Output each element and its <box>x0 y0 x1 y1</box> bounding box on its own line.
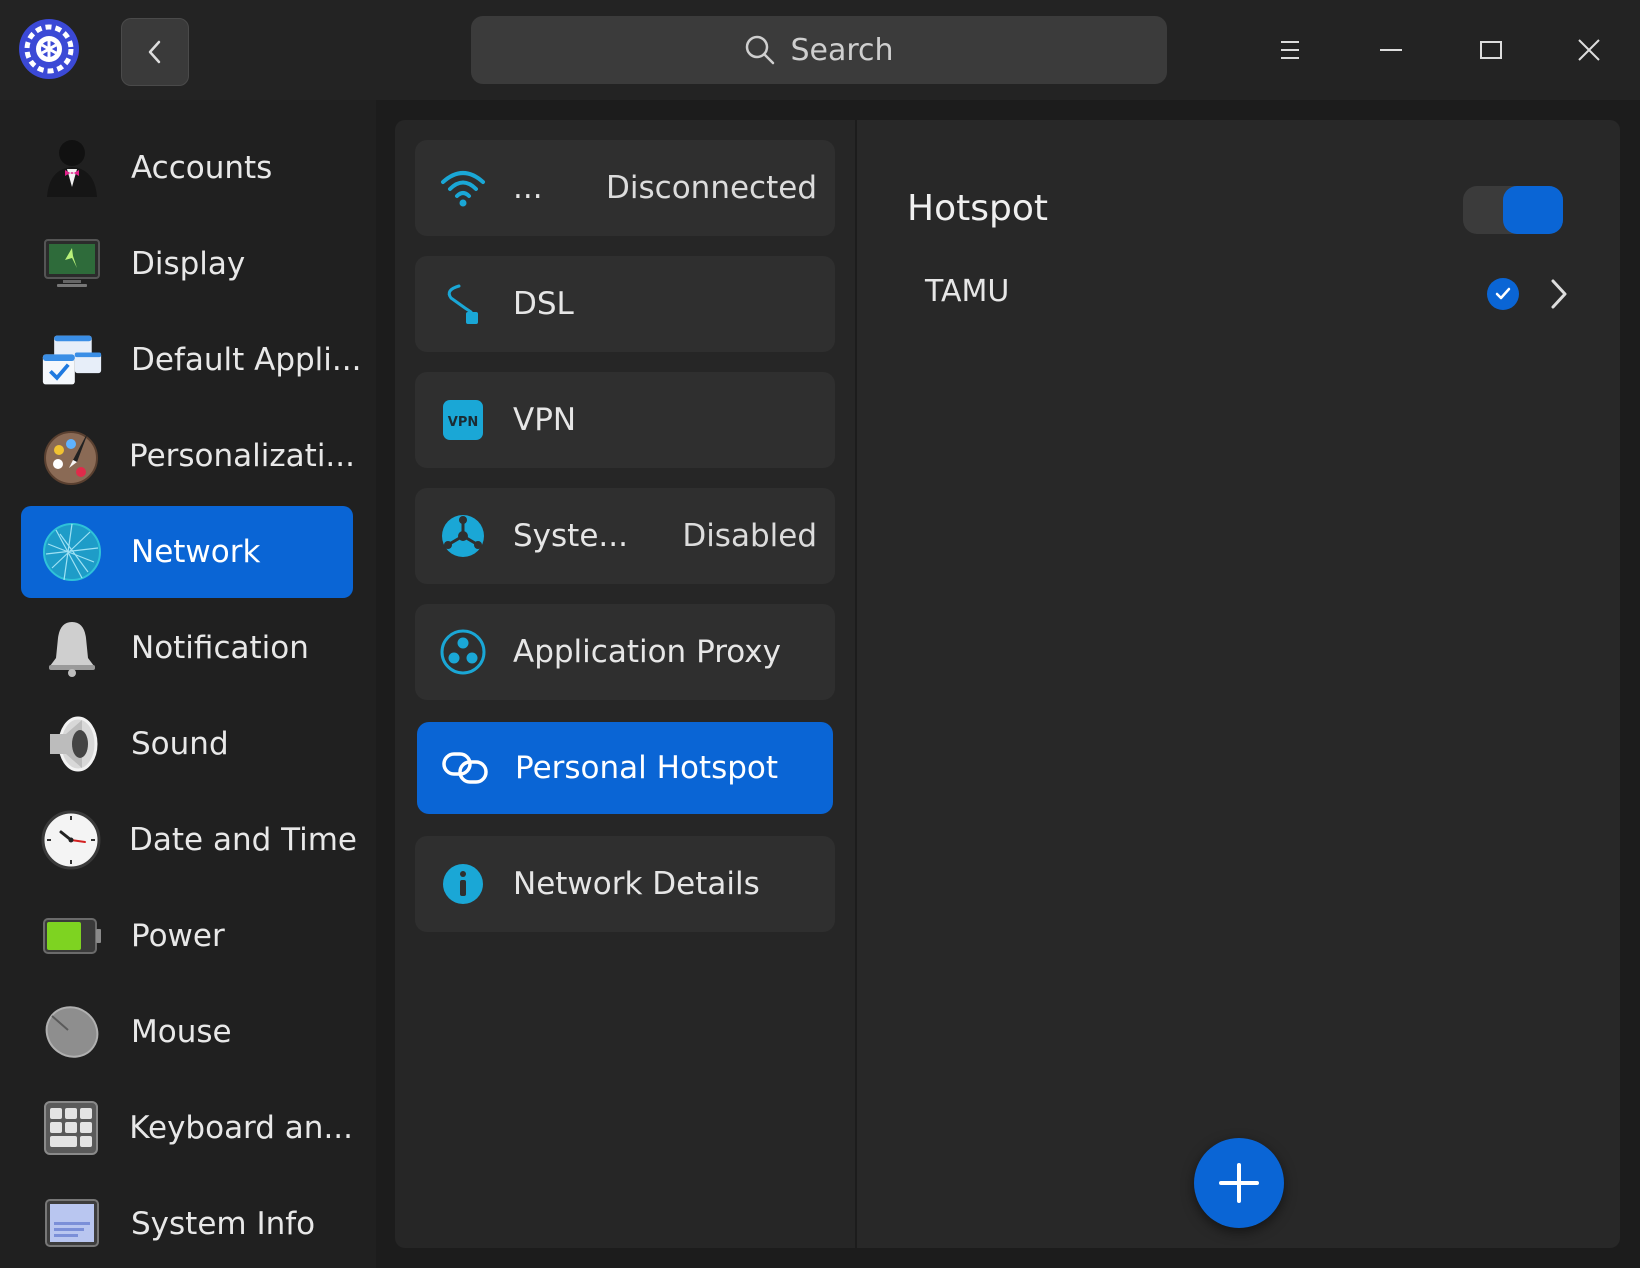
network-menu-item-network-details[interactable]: Network Details <box>415 836 835 932</box>
display-icon <box>41 233 103 295</box>
sidebar-item-personalization[interactable]: Personalizati... <box>21 410 355 502</box>
sidebar-item-label: Sound <box>131 726 229 762</box>
hotspot-network-name: TAMU <box>925 274 1010 309</box>
network-menu-item-application-proxy[interactable]: Application Proxy <box>415 604 835 700</box>
hotspot-link-icon <box>441 744 489 792</box>
menu-icon <box>1281 41 1299 59</box>
info-icon <box>439 860 487 908</box>
sidebar-item-label: Display <box>131 246 246 282</box>
sidebar-item-label: Keyboard an... <box>129 1110 353 1146</box>
network-menu-item-wireless[interactable]: ... Disconnected <box>415 140 835 236</box>
close-icon <box>1578 39 1600 61</box>
search-input[interactable]: Search <box>471 16 1167 84</box>
back-button[interactable] <box>121 18 189 86</box>
search-placeholder: Search <box>790 32 894 68</box>
hotspot-panel: Hotspot TAMU <box>857 120 1620 1248</box>
sidebar-item-label: Network <box>131 534 261 570</box>
sidebar-item-keyboard[interactable]: Keyboard an... <box>21 1082 353 1174</box>
search-icon <box>746 35 775 65</box>
network-menu-item-personal-hotspot[interactable]: Personal Hotspot <box>417 722 833 814</box>
hotspot-toggle[interactable] <box>1463 186 1563 234</box>
sidebar-item-system-info[interactable]: System Info <box>21 1178 353 1268</box>
chevron-right-icon[interactable] <box>1541 276 1577 312</box>
vpn-icon: VPN <box>439 396 487 444</box>
network-menu-label: ... <box>513 170 543 206</box>
sidebar-item-date-time[interactable]: Date and Time <box>21 794 357 886</box>
sidebar-item-power[interactable]: Power <box>21 890 353 982</box>
sidebar-item-label: System Info <box>131 1206 316 1242</box>
sidebar-item-accounts[interactable]: Accounts <box>21 122 353 214</box>
network-menu-label: Syste... <box>513 518 628 554</box>
sidebar-item-label: Notification <box>131 630 309 666</box>
settings-logo-icon <box>18 18 80 80</box>
dsl-cable-icon <box>439 280 487 328</box>
network-menu-label: DSL <box>513 286 574 322</box>
sidebar-item-label: Mouse <box>131 1014 232 1050</box>
sidebar-item-label: Date and Time <box>129 822 357 858</box>
clock-icon <box>41 809 101 871</box>
network-menu-label: Personal Hotspot <box>515 750 779 786</box>
system-info-icon <box>41 1193 103 1255</box>
add-hotspot-button[interactable] <box>1194 1138 1284 1228</box>
network-menu-status: Disabled <box>682 518 817 554</box>
bell-icon <box>41 617 103 679</box>
default-apps-icon <box>41 329 103 391</box>
sidebar: Accounts Display Default Appli... Person… <box>0 100 376 1268</box>
minimize-icon <box>1380 49 1402 51</box>
accounts-icon <box>41 137 103 199</box>
toggle-knob <box>1503 186 1563 234</box>
sidebar-item-label: Power <box>131 918 225 954</box>
network-menu-label: Application Proxy <box>513 634 781 670</box>
checkmark-icon <box>1487 278 1519 310</box>
network-menu-item-system-proxy[interactable]: Syste... Disabled <box>415 488 835 584</box>
sidebar-item-display[interactable]: Display <box>21 218 353 310</box>
minimize-button[interactable] <box>1363 22 1419 78</box>
mouse-icon <box>41 1001 103 1063</box>
maximize-button[interactable] <box>1463 22 1519 78</box>
network-menu-item-vpn[interactable]: VPN VPN <box>415 372 835 468</box>
sidebar-item-label: Personalizati... <box>129 438 355 474</box>
network-globe-icon <box>41 521 103 583</box>
maximize-icon <box>1480 41 1502 59</box>
wifi-icon <box>439 164 487 212</box>
title-bar: Search <box>0 0 1640 100</box>
back-chevron-icon <box>148 40 161 64</box>
system-proxy-icon <box>439 512 487 560</box>
palette-icon <box>41 425 101 487</box>
network-menu-label: VPN <box>513 402 577 438</box>
sidebar-item-default-apps[interactable]: Default Appli... <box>21 314 361 406</box>
hotspot-title: Hotspot <box>907 188 1048 229</box>
keyboard-icon <box>41 1097 101 1159</box>
close-button[interactable] <box>1561 22 1617 78</box>
network-menu-item-dsl[interactable]: DSL <box>415 256 835 352</box>
menu-button[interactable] <box>1262 22 1318 78</box>
network-menu-status: Disconnected <box>606 170 817 206</box>
sidebar-item-label: Default Appli... <box>131 342 362 378</box>
battery-icon <box>41 905 103 967</box>
speaker-icon <box>41 713 103 775</box>
sidebar-item-notification[interactable]: Notification <box>21 602 353 694</box>
app-proxy-icon <box>439 628 487 676</box>
sidebar-item-mouse[interactable]: Mouse <box>21 986 353 1078</box>
network-menu-panel: ... Disconnected DSL VPN VPN Syste... Di… <box>395 120 855 1248</box>
sidebar-item-network[interactable]: Network <box>21 506 353 598</box>
sidebar-item-sound[interactable]: Sound <box>21 698 353 790</box>
network-menu-label: Network Details <box>513 866 760 902</box>
svg-text:VPN: VPN <box>448 415 478 430</box>
sidebar-item-label: Accounts <box>131 150 273 186</box>
plus-icon <box>1219 1163 1259 1203</box>
